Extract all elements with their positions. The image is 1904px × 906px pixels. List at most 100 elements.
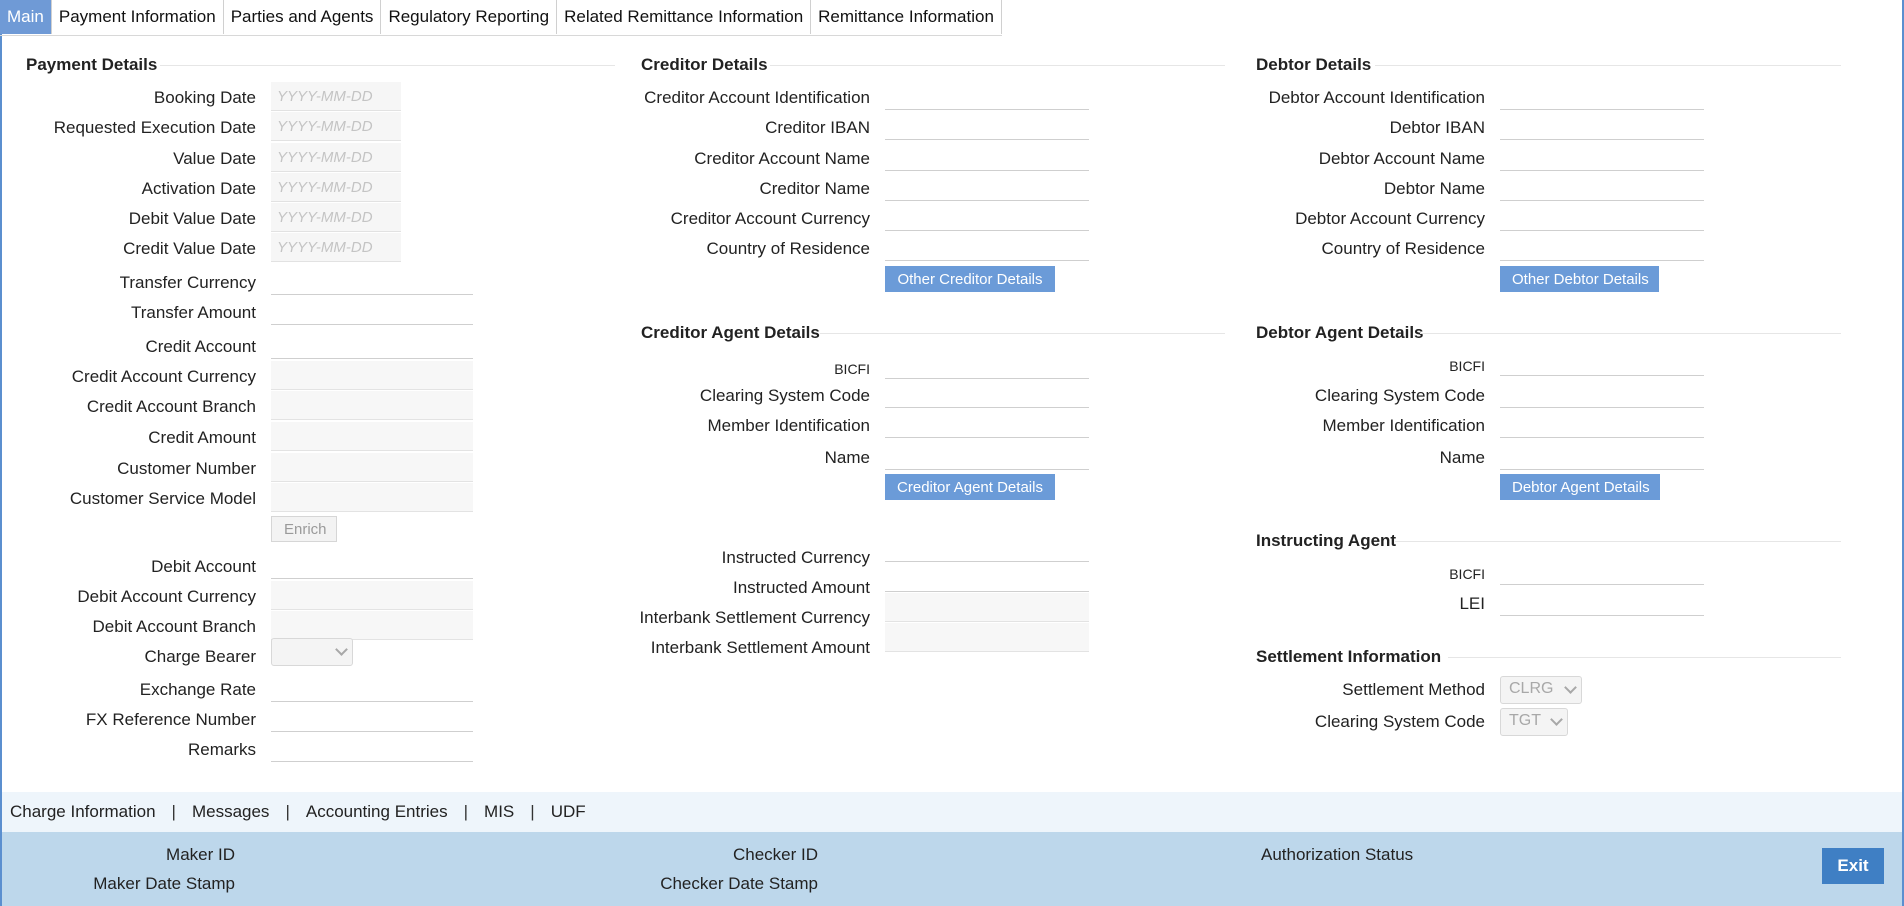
debtor-account-currency-input[interactable] [1500, 202, 1704, 231]
debit-account-currency-label: Debit Account Currency [77, 587, 256, 606]
tab-main[interactable]: Main [0, 0, 52, 34]
interbank-settlement-currency-row: Interbank Settlement Currency [560, 602, 870, 632]
transfer-currency-input[interactable] [271, 266, 473, 295]
activation-date-input[interactable] [271, 173, 401, 202]
section-divider [1448, 657, 1841, 658]
credit-account-currency-row: Credit Account Currency [20, 361, 256, 391]
tab-related-remittance-information[interactable]: Related Remittance Information [557, 0, 812, 34]
credit-value-date-label: Credit Value Date [123, 239, 256, 258]
tab-payment-information[interactable]: Payment Information [52, 0, 224, 34]
transfer-amount-input[interactable] [271, 296, 473, 325]
transfer-amount-label: Transfer Amount [130, 303, 256, 322]
creditor-iban-label: Creditor IBAN [765, 118, 870, 137]
creditor-agent-details-title: Creditor Agent Details [641, 323, 820, 342]
transfer-currency-row: Transfer Currency [20, 267, 256, 297]
debtor-account-identification-row: Debtor Account Identification [1175, 82, 1485, 112]
udf-link[interactable]: UDF [551, 802, 586, 822]
creditor-name-input[interactable] [885, 172, 1089, 201]
footer-links-bar: Charge Information | Messages | Accounti… [2, 792, 1902, 832]
messages-link[interactable]: Messages [192, 802, 269, 822]
creditor-account-name-input[interactable] [885, 142, 1089, 171]
debtor-account-name-input[interactable] [1500, 142, 1704, 171]
tab-remittance-information[interactable]: Remittance Information [811, 0, 1002, 34]
creditor-agent-details-button[interactable]: Creditor Agent Details [885, 474, 1055, 500]
tab-regulatory-reporting[interactable]: Regulatory Reporting [381, 0, 558, 34]
creditor-iban-input[interactable] [885, 111, 1089, 140]
debtor-agent-details-button[interactable]: Debtor Agent Details [1500, 474, 1660, 500]
remarks-input[interactable] [271, 733, 473, 762]
creditor-name-row: Creditor Name [560, 173, 870, 203]
debtor-agent-clearing-system-code-row: Clearing System Code [1175, 380, 1485, 410]
other-debtor-details-button[interactable]: Other Debtor Details [1500, 266, 1659, 292]
section-divider [160, 65, 615, 66]
charge-information-link[interactable]: Charge Information [10, 802, 156, 822]
instructing-agent-bicfi-row: BICFI [1175, 558, 1485, 588]
interbank-settlement-currency-input [885, 593, 1089, 622]
creditor-account-identification-input[interactable] [885, 81, 1089, 110]
credit-account-row: Credit Account [20, 331, 256, 361]
creditor-account-identification-row: Creditor Account Identification [560, 82, 870, 112]
debtor-country-of-residence-input[interactable] [1500, 232, 1704, 261]
instructed-amount-row: Instructed Amount [560, 572, 870, 602]
debtor-iban-input[interactable] [1500, 111, 1704, 140]
creditor-agent-name-input[interactable] [885, 441, 1089, 470]
mis-link[interactable]: MIS [484, 802, 514, 822]
fx-reference-number-input[interactable] [271, 703, 473, 732]
debit-account-currency-input [271, 581, 473, 610]
settlement-clearing-system-code-select[interactable]: TGT [1500, 708, 1568, 736]
debtor-agent-bicfi-input[interactable] [1500, 347, 1704, 376]
instructing-agent-lei-row: LEI [1175, 588, 1485, 618]
debtor-agent-name-input[interactable] [1500, 441, 1704, 470]
booking-date-input[interactable] [271, 82, 401, 111]
creditor-agent-member-identification-input[interactable] [885, 409, 1089, 438]
debtor-country-of-residence-row: Country of Residence [1175, 233, 1485, 263]
debtor-agent-clearing-system-code-input[interactable] [1500, 379, 1704, 408]
debit-value-date-input[interactable] [271, 203, 401, 232]
instructed-currency-input[interactable] [885, 533, 1089, 562]
window-border-left [0, 0, 2, 906]
footer-separator: | [285, 802, 290, 821]
debtor-agent-member-identification-row: Member Identification [1175, 410, 1485, 440]
chevron-down-icon [335, 643, 348, 656]
value-date-input[interactable] [271, 143, 401, 172]
debtor-account-identification-input[interactable] [1500, 81, 1704, 110]
exit-button[interactable]: Exit [1822, 848, 1884, 884]
credit-value-date-input[interactable] [271, 233, 401, 262]
customer-service-model-label: Customer Service Model [69, 489, 256, 508]
value-date-row: Value Date [20, 143, 256, 173]
debit-account-currency-row: Debit Account Currency [20, 581, 256, 611]
debtor-account-currency-row: Debtor Account Currency [1175, 203, 1485, 233]
settlement-method-label: Settlement Method [1342, 680, 1485, 699]
interbank-settlement-currency-label: Interbank Settlement Currency [639, 608, 870, 627]
other-creditor-details-button[interactable]: Other Creditor Details [885, 266, 1055, 292]
tab-parties-and-agents[interactable]: Parties and Agents [224, 0, 382, 34]
customer-service-model-row: Customer Service Model [20, 483, 256, 513]
instructed-amount-input[interactable] [885, 563, 1089, 592]
section-divider [1420, 333, 1841, 334]
instructing-agent-bicfi-input[interactable] [1500, 556, 1704, 585]
accounting-entries-link[interactable]: Accounting Entries [306, 802, 448, 822]
charge-bearer-select[interactable] [271, 638, 353, 666]
customer-number-row: Customer Number [20, 453, 256, 483]
tab-bar: Main Payment Information Parties and Age… [0, 0, 1002, 36]
debit-account-label: Debit Account [151, 557, 256, 576]
debit-account-branch-input [271, 611, 473, 640]
settlement-method-select[interactable]: CLRG [1500, 676, 1582, 704]
instructing-agent-lei-input[interactable] [1500, 587, 1704, 616]
enrich-button[interactable]: Enrich [271, 516, 337, 542]
debtor-agent-member-identification-input[interactable] [1500, 409, 1704, 438]
creditor-agent-bicfi-input[interactable] [885, 350, 1089, 379]
creditor-agent-clearing-system-code-input[interactable] [885, 379, 1089, 408]
exchange-rate-row: Exchange Rate [20, 674, 256, 704]
debit-account-row: Debit Account [20, 551, 256, 581]
creditor-account-currency-input[interactable] [885, 202, 1089, 231]
creditor-agent-member-identification-row: Member Identification [560, 410, 870, 440]
creditor-country-of-residence-input[interactable] [885, 232, 1089, 261]
exchange-rate-input[interactable] [271, 673, 473, 702]
debtor-name-input[interactable] [1500, 172, 1704, 201]
instructing-agent-title: Instructing Agent [1256, 531, 1397, 550]
requested-execution-date-input[interactable] [271, 112, 401, 141]
debit-account-input[interactable] [271, 550, 473, 579]
credit-account-input[interactable] [271, 330, 473, 359]
requested-execution-date-label: Requested Execution Date [53, 118, 256, 137]
